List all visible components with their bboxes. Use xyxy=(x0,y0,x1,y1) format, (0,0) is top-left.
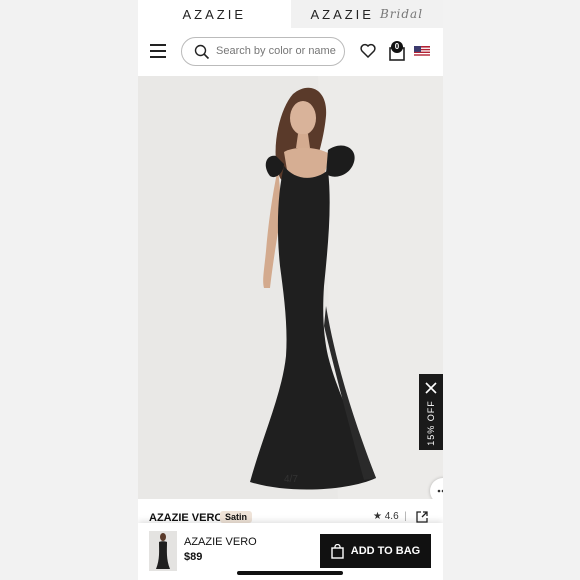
us-flag-icon[interactable] xyxy=(414,46,430,57)
right-margin xyxy=(443,0,580,580)
discount-text: 15% OFF xyxy=(426,400,436,446)
hamburger-icon[interactable] xyxy=(150,44,166,58)
tab-azazie[interactable]: AZAZIE xyxy=(138,0,291,28)
divider: | xyxy=(401,511,407,522)
cart-count-badge: 0 xyxy=(391,41,403,53)
product-price: $89 xyxy=(184,551,203,563)
search-icon xyxy=(194,44,210,60)
add-to-bag-label: ADD TO BAG xyxy=(350,545,421,557)
bottom-action-bar: AZAZIE VERO $89 ADD TO BAG xyxy=(138,523,443,580)
left-margin xyxy=(0,0,138,580)
tab-bridal-script: Bridal xyxy=(379,7,424,21)
search-input[interactable]: Search by color or name xyxy=(181,37,345,66)
discount-tab[interactable]: 15% OFF xyxy=(419,374,443,450)
tab-bridal-label: AZAZIE xyxy=(310,6,374,22)
rating[interactable]: ★ 4.6 | xyxy=(373,511,407,522)
product-image[interactable]: 4/7 15% OFF xyxy=(138,76,443,499)
top-nav: Search by color or name 0 xyxy=(138,28,443,76)
phone-screen: AZAZIE AZAZIE Bridal Search by color or … xyxy=(138,0,443,580)
dress-model-illustration xyxy=(138,76,443,499)
tab-azazie-label: AZAZIE xyxy=(182,6,246,22)
search-placeholder: Search by color or name xyxy=(216,45,336,57)
star-icon: ★ xyxy=(373,511,382,522)
chat-button[interactable] xyxy=(430,478,443,499)
home-indicator xyxy=(237,571,343,575)
rating-value: 4.6 xyxy=(384,511,399,522)
cart-button[interactable]: 0 xyxy=(386,41,406,61)
fabric-badge: Satin xyxy=(220,511,253,523)
brand-tabs: AZAZIE AZAZIE Bridal xyxy=(138,0,443,28)
heart-icon[interactable] xyxy=(360,43,376,58)
share-icon[interactable] xyxy=(416,511,428,523)
image-counter: 4/7 xyxy=(284,474,298,485)
chat-icon xyxy=(437,489,443,493)
shopping-bag-icon xyxy=(331,543,344,559)
bottom-product-name: AZAZIE VERO xyxy=(184,536,257,548)
tab-azazie-bridal[interactable]: AZAZIE Bridal xyxy=(290,0,443,28)
product-thumbnail xyxy=(149,531,177,571)
add-to-bag-button[interactable]: ADD TO BAG xyxy=(320,534,431,568)
